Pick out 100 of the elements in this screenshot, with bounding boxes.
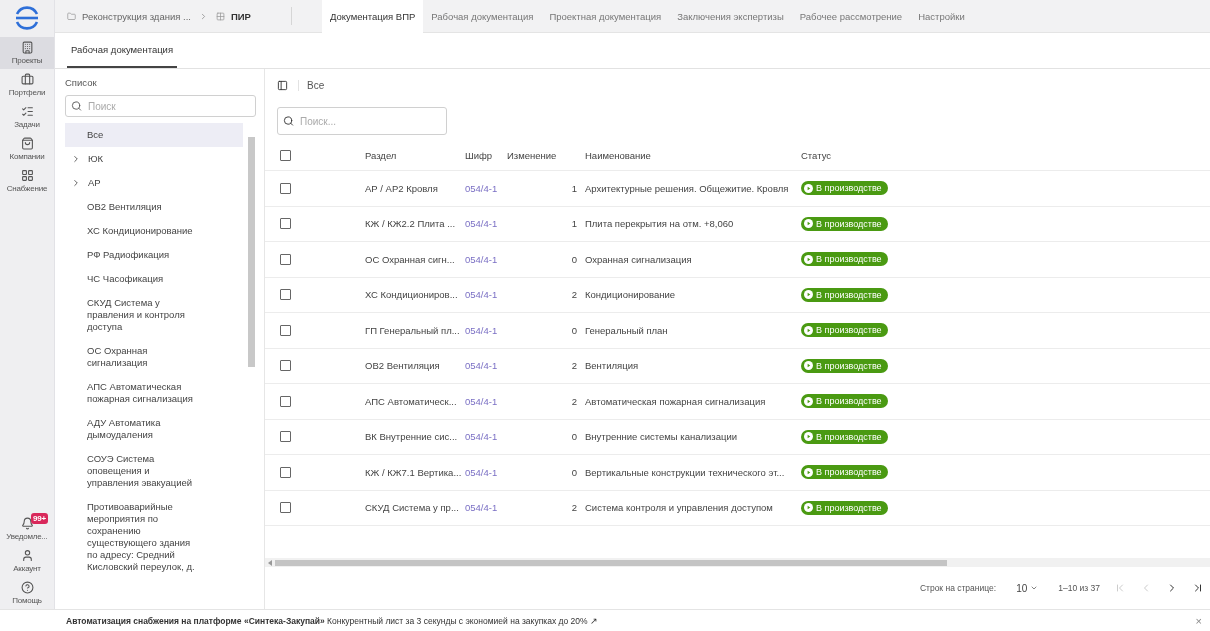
code-link[interactable]: 054/4-1 [465,324,507,336]
page-range: 1–10 из 37 [1058,583,1100,593]
tab[interactable]: Проектная документация [541,0,670,33]
list-item[interactable]: ЮК [65,147,243,171]
table-cell-text: Автоматическая пожарная сигнализация [584,395,767,407]
nav-item[interactable]: Аккаунт [0,545,54,577]
list-item[interactable]: ХС Кондиционирование [65,219,243,243]
nav-item[interactable]: Проекты [0,37,54,69]
column-header: Шифр [465,150,494,161]
rows-per-page-select[interactable]: 10 [1010,581,1045,595]
list-item[interactable]: РФ Радиофикация [65,243,243,267]
last-page-icon [1192,582,1204,594]
last-page-button[interactable] [1192,582,1204,594]
search-field[interactable]: Поиск [65,95,256,117]
table-cell-text: 2 [570,395,577,407]
table-cell-text: ГП Генеральный пл... [365,324,461,336]
checkbox[interactable] [280,253,291,265]
play-icon [804,183,813,193]
nav-item[interactable]: Помощь [0,577,54,609]
checkbox[interactable] [280,218,291,230]
code-link[interactable]: 054/4-1 [465,431,507,443]
list-item[interactable]: ОВ2 Вентиляция [65,195,243,219]
list-item[interactable]: АР [65,171,243,195]
table-cell-text: Вертикальные конструкции технического эт... [584,466,786,478]
rows-per-page-label: Строк на странице: [919,583,997,593]
breadcrumb-link[interactable]: Реконструкция здания ... [67,10,191,22]
folder-icon [67,11,76,21]
status-tag: В производстве [801,252,888,267]
checkbox[interactable] [280,360,291,372]
code-link[interactable]: 054/4-1 [465,218,507,230]
checkbox[interactable] [280,466,291,478]
chevron-icon [71,178,81,188]
chevron-icon [71,154,81,164]
tab[interactable]: Рабочая документация [423,0,542,33]
table-cell-text: КЖ / КЖ7.1 Вертика... [365,466,463,478]
column-header: Раздел [365,150,398,161]
breadcrumb-link[interactable]: ПИР [215,10,251,22]
table-cell-text: Кондиционирование [584,289,677,301]
checkbox[interactable] [280,502,291,514]
code-link[interactable]: 054/4-1 [465,360,507,372]
table-cell-text: ХС Кондициониров... [365,289,459,301]
checkbox[interactable] [280,431,291,443]
building-icon [20,41,34,54]
status-tag: В производстве [801,500,888,515]
list-item[interactable]: ОС Охранная сигнализация [65,339,243,375]
nav-item[interactable]: Портфели [0,69,54,101]
table-cell-text: ВК Внутренние сис... [365,431,459,443]
play-icon [804,467,813,477]
list-item[interactable]: Противоаварийные мероприятия по сохранению существующего здания по адресу: Средний Кисловский переулок, д. [65,495,243,579]
table-cell-text: Вентиляция [584,360,640,372]
checkbox[interactable] [280,324,291,336]
table-cell-text: Система контроля и управления доступом [584,502,774,514]
scrollbar[interactable] [265,558,1210,567]
tab[interactable]: Рабочая документация [67,33,178,68]
table-cell-text: ОВ2 Вентиляция [365,360,441,372]
code-link[interactable]: 054/4-1 [465,182,507,194]
nav-item[interactable]: Снабжение [0,165,54,197]
list-item[interactable]: ЧС Часофикация [65,267,243,291]
table-cell-text: Плита перекрытия на отм. +8,060 [584,218,735,230]
list-item[interactable]: СКУД Система у правления и контроля доступа [65,291,243,339]
first-page-icon [1114,582,1126,594]
checkbox[interactable] [280,150,291,161]
list-item[interactable]: АДУ Автоматика дымоудаления [65,411,243,447]
sidebar-toggle-icon[interactable] [277,79,288,91]
tab[interactable]: Настройки [910,0,973,33]
table-cell-text: 2 [570,502,577,514]
checkbox[interactable] [280,182,291,194]
column-header: Изменение [507,150,558,161]
view-title: Все [298,79,325,91]
table-cell-text: Архитектурные решения. Общежитие. Кровля [584,182,789,194]
nav-item[interactable]: Задачи [0,101,54,133]
code-link[interactable]: 054/4-1 [465,289,507,301]
tab[interactable]: Документация ВПР [321,0,424,33]
checkbox[interactable] [280,289,291,301]
briefcase-icon [20,73,34,86]
list-item[interactable]: СОУЭ Система оповещения и управления эвакуацией [65,447,243,495]
nav-item[interactable]: Уведомле... 99+ [0,513,54,545]
search-field[interactable]: Поиск... [277,107,447,135]
status-tag: В производстве [801,287,888,302]
list-item[interactable]: Все [65,123,243,147]
tab[interactable]: Рабочее рассмотрение [791,0,911,33]
code-link[interactable]: 054/4-1 [465,395,507,407]
status-tag: В производстве [801,358,888,373]
table-cell-text: АПС Автоматическ... [365,395,458,407]
list-title: Список [65,77,98,88]
play-icon [804,432,813,442]
status-tag: В производстве [801,429,888,444]
tab[interactable]: Заключения экспертизы [669,0,792,33]
list-item[interactable]: АПС Автоматическая пожарная сигнализация [65,375,243,411]
bell-icon [20,517,34,530]
table-cell-text: 0 [570,253,577,265]
table-cell-text: 2 [570,360,577,372]
nav-item[interactable]: Компании [0,133,54,165]
code-link[interactable]: 054/4-1 [465,502,507,514]
checkbox[interactable] [280,395,291,407]
table-cell-text: 0 [570,324,577,336]
table-cell-text: 0 [570,466,577,478]
code-link[interactable]: 054/4-1 [465,253,507,265]
close-button[interactable]: × [1195,614,1202,627]
code-link[interactable]: 054/4-1 [465,466,507,478]
